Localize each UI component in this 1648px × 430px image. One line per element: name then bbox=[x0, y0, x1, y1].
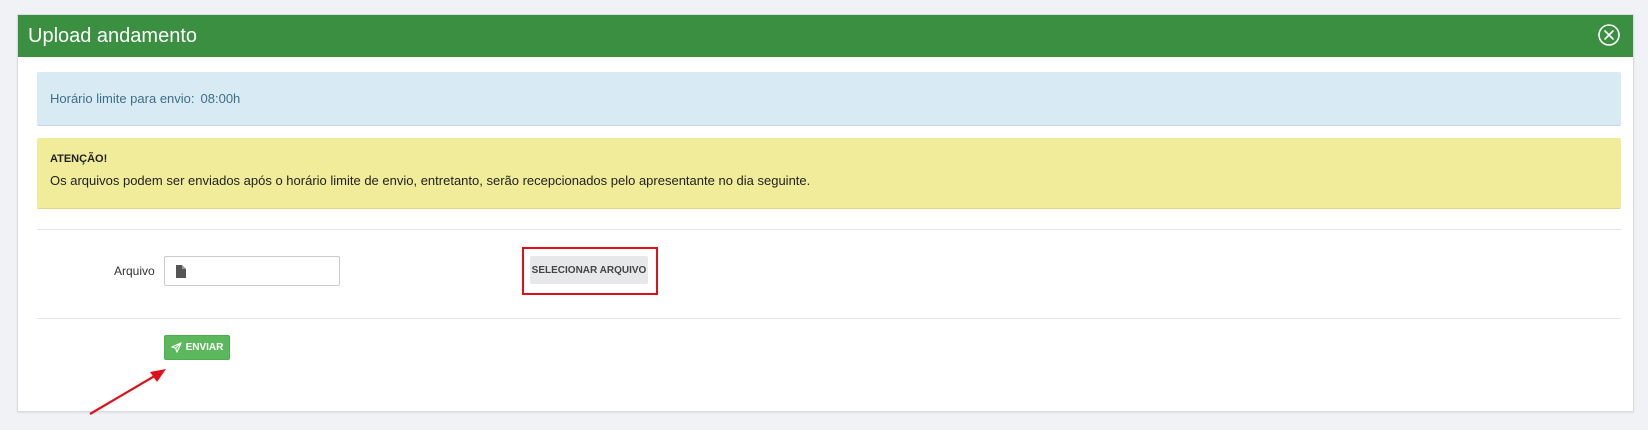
panel-header: Upload andamento bbox=[18, 15, 1633, 57]
divider bbox=[37, 318, 1621, 319]
deadline-value: 08:00h bbox=[200, 91, 241, 106]
divider bbox=[37, 229, 1621, 230]
deadline-info: Horário limite para envio: 08:00h bbox=[50, 91, 240, 106]
deadline-label: Horário limite para envio: bbox=[50, 91, 195, 106]
file-label: Arquivo bbox=[114, 264, 155, 278]
file-input[interactable] bbox=[164, 256, 340, 286]
panel-title: Upload andamento bbox=[28, 25, 198, 47]
close-icon[interactable] bbox=[1597, 23, 1621, 47]
paper-plane-icon bbox=[170, 342, 182, 353]
select-file-highlight: SELECIONAR ARQUIVO bbox=[522, 247, 658, 295]
send-button[interactable]: ENVIAR bbox=[164, 335, 230, 360]
file-icon bbox=[176, 265, 186, 278]
send-button-label: ENVIAR bbox=[185, 342, 224, 353]
warning-title: ATENÇÃO! bbox=[50, 153, 108, 165]
warning-text: Os arquivos podem ser enviados após o ho… bbox=[50, 173, 811, 188]
select-file-button[interactable]: SELECIONAR ARQUIVO bbox=[530, 256, 648, 284]
warning-box: ATENÇÃO! Os arquivos podem ser enviados … bbox=[37, 138, 1621, 209]
deadline-info-box: Horário limite para envio: 08:00h bbox=[37, 72, 1621, 126]
upload-panel: Upload andamento Horário limite para env… bbox=[17, 14, 1634, 412]
